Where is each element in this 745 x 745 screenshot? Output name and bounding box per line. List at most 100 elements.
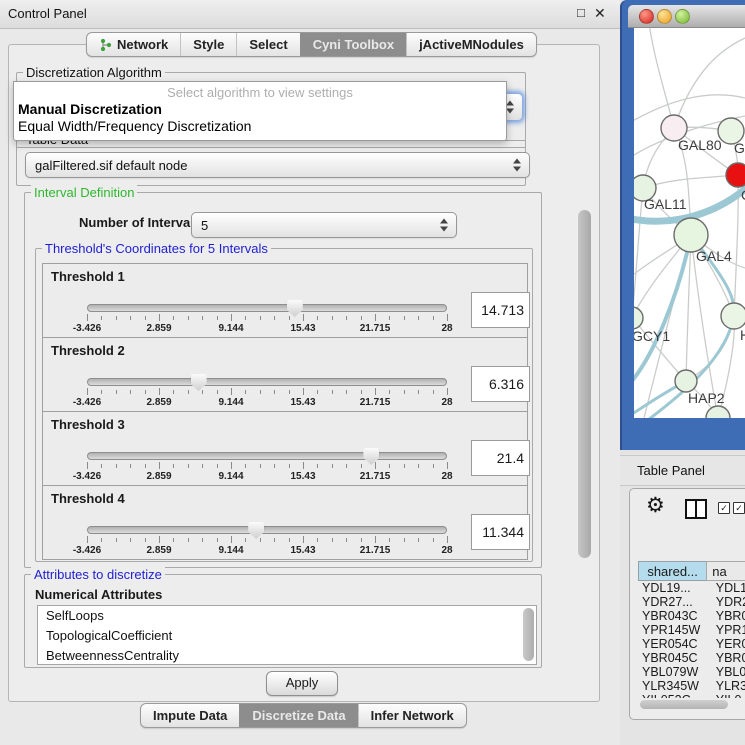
algorithm-option-manual[interactable]: Manual Discretization xyxy=(18,101,162,117)
slider-tick xyxy=(447,314,448,321)
tab-impute-data-label: Impute Data xyxy=(153,708,227,723)
table-row[interactable]: YBR043CYBR0 xyxy=(638,609,745,623)
combo-arrows-icon xyxy=(506,101,514,114)
slider-tick-label: 2.859 xyxy=(146,545,171,556)
slider-tick xyxy=(332,464,333,468)
apply-button[interactable]: Apply xyxy=(266,671,338,696)
slider-tick xyxy=(289,464,290,468)
table-row[interactable]: YPR145WYPR1 xyxy=(638,623,745,637)
slider-tick xyxy=(87,388,88,395)
network-node[interactable] xyxy=(721,303,745,329)
slider-tick xyxy=(418,316,419,320)
screen: Control Panel □ ✕ Network Style Select C… xyxy=(0,0,745,745)
network-node-label: GAL11 xyxy=(644,196,687,212)
discretization-algorithm-group-title: Discretization Algorithm xyxy=(23,65,165,80)
network-node[interactable] xyxy=(706,406,730,418)
gear-icon[interactable]: ⚙ xyxy=(646,493,665,518)
table-row[interactable]: YLR345WYLR3 xyxy=(638,679,745,693)
split-columns-icon[interactable] xyxy=(685,499,707,519)
threshold-3-value-field[interactable]: 21.4 xyxy=(471,440,530,476)
tab-network[interactable]: Network xyxy=(87,33,180,56)
table-row[interactable]: YER054CYER0 xyxy=(638,637,745,651)
close-window-icon[interactable]: ✕ xyxy=(594,5,606,22)
column-header-shared-name[interactable]: shared... xyxy=(638,561,706,581)
checkbox-icon[interactable]: ✓ xyxy=(733,502,745,514)
slider-track[interactable] xyxy=(87,526,447,534)
threshold-4-slider[interactable]: -3.4262.8599.14415.4321.71528 xyxy=(87,522,447,556)
minimize-traffic-light-icon[interactable] xyxy=(657,9,672,24)
slider-tick xyxy=(404,538,405,542)
threshold-1-slider[interactable]: -3.4262.8599.14415.4321.71528 xyxy=(87,300,447,334)
slider-tick xyxy=(375,536,376,543)
slider-tick xyxy=(274,390,275,394)
table-row[interactable]: YIL052CYIL0 xyxy=(638,693,745,698)
threshold-2-slider[interactable]: -3.4262.8599.14415.4321.71528 xyxy=(87,374,447,408)
slider-tick-labels: -3.4262.8599.14415.4321.71528 xyxy=(87,545,447,556)
slider-tick xyxy=(375,314,376,321)
table-row[interactable]: YDR27...YDR2 xyxy=(638,595,745,609)
threshold-3-slider[interactable]: -3.4262.8599.14415.4321.71528 xyxy=(87,448,447,482)
slider-tick-label: 28 xyxy=(441,323,452,334)
slider-tick xyxy=(389,316,390,320)
tab-select[interactable]: Select xyxy=(236,33,299,56)
slider-tick xyxy=(202,390,203,394)
tab-style[interactable]: Style xyxy=(180,33,236,56)
threshold-2-value-field[interactable]: 6.316 xyxy=(471,366,530,402)
network-node-label: GAL80 xyxy=(678,137,722,153)
checkbox-icon[interactable]: ✓ xyxy=(718,502,730,514)
close-traffic-light-icon[interactable] xyxy=(639,9,654,24)
number-of-intervals-value: 5 xyxy=(201,218,208,233)
slider-tick xyxy=(375,388,376,395)
slider-tick xyxy=(274,464,275,468)
slider-tick xyxy=(389,390,390,394)
slider-tick xyxy=(202,538,203,542)
attribute-list-item[interactable]: SelfLoops xyxy=(38,606,536,626)
zoom-traffic-light-icon[interactable] xyxy=(675,9,690,24)
tab-discretize-data[interactable]: Discretize Data xyxy=(239,704,357,727)
slider-tick xyxy=(447,536,448,543)
table-row[interactable]: YBR045CYBR0 xyxy=(638,651,745,665)
network-node[interactable] xyxy=(674,218,708,252)
slider-tick-label: -3.426 xyxy=(73,471,101,482)
slider-tick-label: 9.144 xyxy=(218,323,243,334)
panel-scrollbar[interactable] xyxy=(578,210,591,558)
algorithm-placeholder-option[interactable]: Select algorithm to view settings xyxy=(14,85,506,100)
number-of-intervals-spinner[interactable]: 5 xyxy=(191,212,457,238)
table-cell-shared-name: YBL079W xyxy=(638,665,712,679)
network-canvas[interactable]: GAL80GACGAL11GAL4GCY1HHAP2 xyxy=(634,28,745,418)
slider-track[interactable] xyxy=(87,452,447,460)
table-row[interactable]: YBL079WYBL0 xyxy=(638,665,745,679)
threshold-4-value-field[interactable]: 11.344 xyxy=(471,514,530,550)
slider-tick xyxy=(289,390,290,394)
slider-tick xyxy=(332,316,333,320)
slider-tick xyxy=(87,314,88,321)
threshold-1-value-field[interactable]: 14.713 xyxy=(471,292,530,328)
numerical-attributes-list[interactable]: SelfLoopsTopologicalCoefficientBetweenne… xyxy=(37,605,537,665)
attribute-list-item[interactable]: TopologicalCoefficient xyxy=(38,626,536,646)
network-node[interactable] xyxy=(675,370,697,392)
slider-tick xyxy=(159,462,160,469)
slider-tick xyxy=(116,316,117,320)
column-header-name[interactable]: na xyxy=(706,561,745,581)
slider-ticks xyxy=(87,314,447,323)
table-row[interactable]: YDL19...YDL1 xyxy=(638,581,745,595)
slider-track[interactable] xyxy=(87,378,447,386)
network-node[interactable] xyxy=(726,163,745,187)
tab-impute-data[interactable]: Impute Data xyxy=(141,704,239,727)
tab-cyni-toolbox[interactable]: Cyni Toolbox xyxy=(300,33,406,56)
tab-jactivemnodules[interactable]: jActiveMNodules xyxy=(406,33,536,56)
attribute-list-item[interactable]: BetweennessCentrality xyxy=(38,646,536,665)
slider-tick xyxy=(116,390,117,394)
attributes-scrollbar[interactable] xyxy=(523,608,534,661)
network-node[interactable] xyxy=(634,307,643,329)
network-node-label: H xyxy=(740,327,745,343)
float-window-icon[interactable]: □ xyxy=(577,5,585,20)
table-data-combo[interactable]: galFiltered.sif default node xyxy=(25,152,530,178)
tab-infer-network[interactable]: Infer Network xyxy=(358,704,466,727)
table-horizontal-scrollbar[interactable] xyxy=(640,700,728,709)
slider-tick xyxy=(145,464,146,468)
algorithm-option-equal-width[interactable]: Equal Width/Frequency Discretization xyxy=(18,118,251,134)
slider-tick xyxy=(404,390,405,394)
slider-tick xyxy=(101,316,102,320)
slider-track[interactable] xyxy=(87,304,447,312)
